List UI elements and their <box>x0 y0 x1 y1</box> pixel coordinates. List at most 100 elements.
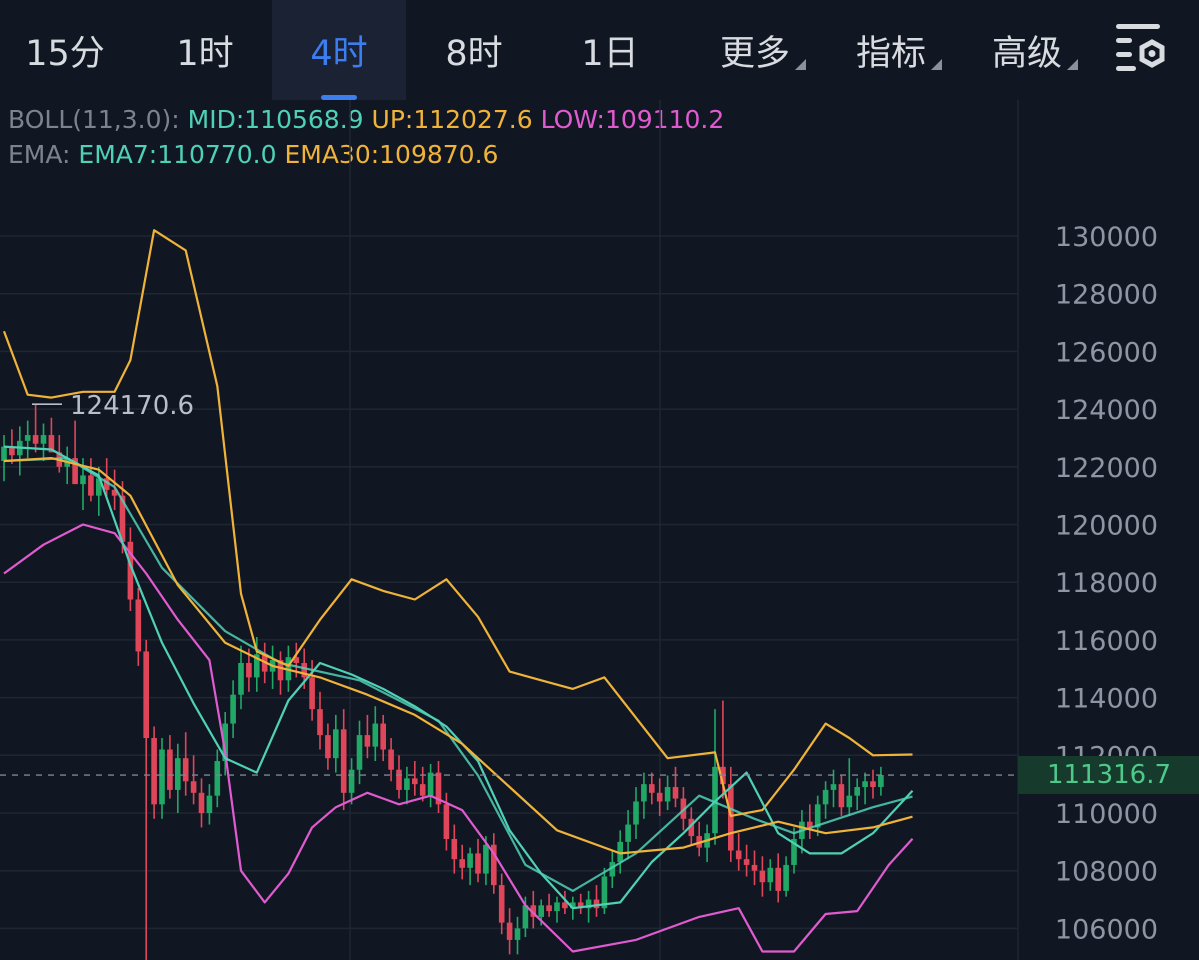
dropdown-triangle-icon <box>1067 59 1078 70</box>
candle-body <box>854 787 860 796</box>
candle-body <box>625 824 631 842</box>
candle-body <box>238 662 244 695</box>
tab-8h[interactable]: 8时 <box>410 0 538 100</box>
candle-body <box>419 784 426 796</box>
candle-body <box>743 859 750 865</box>
more-dropdown[interactable]: 更多 <box>700 0 810 100</box>
candle-body <box>364 735 371 747</box>
y-tick-label: 126000 <box>1055 337 1158 368</box>
price-axis: 130000 128000 126000 124000 122000 120000 1180… <box>1055 222 1158 945</box>
tab-4h[interactable]: 4时 <box>272 0 406 100</box>
candle-body <box>483 844 489 874</box>
candle-body <box>554 902 560 912</box>
candle-body <box>1 446 7 462</box>
current-price-value: 111316.7 <box>1046 760 1171 790</box>
tab-1d-label: 1日 <box>581 33 639 74</box>
candle-body <box>182 758 189 782</box>
candles-layer <box>1 404 884 960</box>
candle-body <box>396 769 402 790</box>
high-marker-label: 124170.6 <box>70 391 194 421</box>
candle-body <box>40 435 47 444</box>
tab-1d[interactable]: 1日 <box>545 0 675 100</box>
candle-body <box>767 867 774 883</box>
advanced-dropdown[interactable]: 高级 <box>972 0 1082 100</box>
candle-body <box>301 662 307 678</box>
candle-body <box>783 864 789 891</box>
candle-body <box>340 729 347 793</box>
candle-body <box>427 772 434 796</box>
y-tick-label: 118000 <box>1055 568 1158 599</box>
candle-body <box>775 867 781 891</box>
candle-body <box>143 651 149 738</box>
candle-body <box>593 899 600 909</box>
candle-body <box>356 735 363 770</box>
candle-body <box>830 784 837 790</box>
tab-15min-label: 15分 <box>25 33 105 74</box>
candle-body <box>80 475 86 485</box>
indicators-dropdown-label: 指标 <box>855 33 926 74</box>
candle-body <box>380 723 386 750</box>
y-tick-label: 120000 <box>1055 511 1158 542</box>
candle-body <box>151 737 157 805</box>
tab-1h-label: 1时 <box>176 33 234 74</box>
candle-body <box>404 778 410 790</box>
candle-body <box>190 781 197 793</box>
y-tick-label: 116000 <box>1055 626 1158 657</box>
candle-body <box>246 662 252 678</box>
candle-body <box>388 749 394 770</box>
y-tick-label: 110000 <box>1055 799 1158 830</box>
candle-body <box>372 723 379 747</box>
candle-body <box>467 853 473 868</box>
candle-body <box>656 792 663 802</box>
indicators-dropdown[interactable]: 指标 <box>836 0 946 100</box>
candle-body <box>641 784 647 802</box>
candle-body <box>159 749 165 805</box>
candle-body <box>325 735 331 759</box>
candle-body <box>633 801 639 825</box>
candle-body <box>862 781 868 788</box>
more-dropdown-label: 更多 <box>719 33 790 74</box>
chart-settings-button[interactable] <box>1108 16 1172 80</box>
y-tick-label: 122000 <box>1055 453 1158 484</box>
candle-body <box>649 784 655 793</box>
candle-body <box>878 775 884 788</box>
candle-body <box>309 677 315 710</box>
candle-body <box>735 850 742 860</box>
candle-body <box>443 804 450 839</box>
candle-body <box>32 435 39 444</box>
candle-body <box>538 905 544 917</box>
y-tick-label: 114000 <box>1055 684 1158 715</box>
series-line-up <box>2 229 913 818</box>
candle-body <box>728 784 734 851</box>
tab-15min[interactable]: 15分 <box>0 0 130 100</box>
series-line-mid <box>3 457 913 893</box>
advanced-dropdown-label: 高级 <box>991 33 1062 74</box>
candle-body <box>317 709 323 736</box>
y-tick-label: 128000 <box>1055 280 1158 311</box>
tab-1h[interactable]: 1时 <box>140 0 270 100</box>
dropdown-triangle-icon <box>795 59 806 70</box>
candle-body <box>214 761 221 796</box>
candle-body <box>412 778 418 785</box>
candle-body <box>88 475 94 496</box>
candle-body <box>175 758 181 790</box>
y-tick-label: 130000 <box>1055 222 1158 253</box>
current-price-tag: 111316.7 <box>1018 756 1199 794</box>
candle-body <box>135 599 142 652</box>
y-tick-label: 106000 <box>1055 914 1158 945</box>
dropdown-triangle-icon <box>931 59 942 70</box>
candle-body <box>838 784 845 808</box>
candle-body <box>546 905 552 912</box>
candle-body <box>206 795 213 813</box>
chart-settings-gear-icon <box>1116 24 1165 71</box>
candle-body <box>522 905 529 929</box>
y-tick-label: 108000 <box>1055 857 1158 888</box>
candle-body <box>198 792 205 813</box>
candle-body <box>451 838 458 860</box>
candle-body <box>498 885 505 923</box>
candle-body <box>348 769 355 793</box>
candle-body <box>24 435 31 441</box>
candle-body <box>333 729 339 759</box>
candlestick-chart[interactable]: 130000 128000 126000 124000 122000 120000 1180… <box>0 100 1199 960</box>
timeframe-toolbar: 15分 1时 4时 8时 1日 更多 指标 高级 <box>0 0 1199 100</box>
